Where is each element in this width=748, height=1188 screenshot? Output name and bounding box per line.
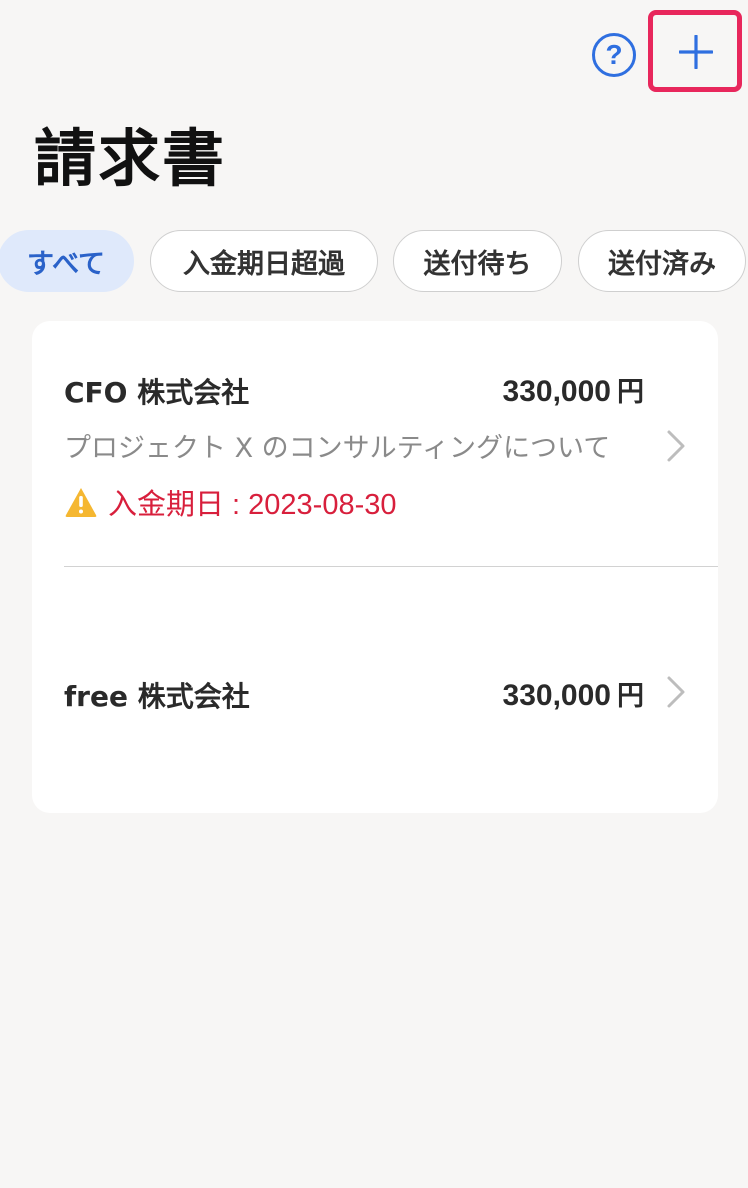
- invoice-list: CFO 株式会社 330,000 円 プロジェクト X のコンサルティングについて…: [32, 321, 718, 813]
- invoice-item[interactable]: free 株式会社 330,000 円: [32, 567, 718, 813]
- plus-icon: [679, 35, 713, 69]
- invoice-amount: 330,000 円: [503, 674, 644, 713]
- amount-value: 330,000: [502, 679, 611, 712]
- add-invoice-button[interactable]: [648, 10, 742, 92]
- amount-value: 330,000: [502, 375, 611, 408]
- company-name: CFO 株式会社: [64, 376, 250, 409]
- warning-triangle-icon: [65, 488, 97, 517]
- filter-tabs: すべて 入金期日超過 送付待ち 送付済み: [0, 230, 748, 294]
- invoice-amount: 330,000 円: [503, 370, 644, 409]
- filter-chip-overdue[interactable]: 入金期日超過: [150, 230, 378, 292]
- chevron-right-icon: [667, 676, 685, 708]
- invoice-item[interactable]: CFO 株式会社 330,000 円 プロジェクト X のコンサルティングについて…: [32, 321, 718, 567]
- filter-chip-all[interactable]: すべて: [0, 230, 134, 292]
- help-button[interactable]: ?: [592, 33, 636, 77]
- question-circle-icon: ?: [605, 39, 623, 70]
- due-date-text: 入金期日 : 2023-08-30: [108, 489, 397, 521]
- currency-label: 円: [617, 681, 644, 712]
- chevron-right-icon: [667, 430, 685, 462]
- filter-chip-pending[interactable]: 送付待ち: [393, 230, 562, 292]
- invoice-description: プロジェクト X のコンサルティングについて: [64, 433, 611, 464]
- due-date-warning: 入金期日 : 2023-08-30: [64, 481, 397, 523]
- company-name: free 株式会社: [64, 680, 250, 713]
- page-title: 請求書: [34, 122, 227, 195]
- invoice-list-screen: ? 請求書 すべて 入金期日超過 送付待ち 送付済み CFO 株式会社 330,…: [0, 0, 748, 1188]
- currency-label: 円: [617, 377, 644, 408]
- filter-chip-sent[interactable]: 送付済み: [578, 230, 746, 292]
